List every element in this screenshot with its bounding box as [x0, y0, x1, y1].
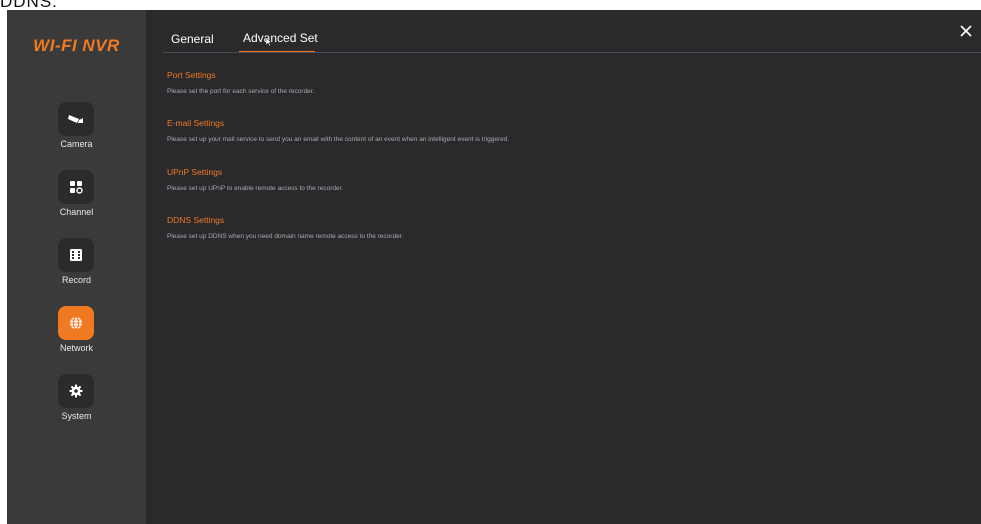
section-port-settings: Port Settings Please set the port for ea… — [167, 70, 314, 95]
section-description: Please set up your mail service to send … — [167, 136, 510, 143]
record-icon — [58, 238, 94, 272]
network-icon — [58, 306, 94, 340]
sidebar-item-label: Camera — [60, 139, 93, 149]
tab-advanced-set[interactable]: Advanced Set — [243, 31, 318, 45]
gear-icon — [58, 374, 94, 408]
mouse-cursor-icon — [266, 38, 272, 46]
sidebar-item-camera[interactable]: Camera — [7, 102, 146, 160]
section-email-settings: E-mail Settings Please set up your mail … — [167, 118, 509, 143]
sidebar-item-system[interactable]: System — [7, 374, 146, 432]
sidebar-item-label: System — [61, 411, 92, 421]
section-upnp-settings: UPnP Settings Please set up UPnP to enab… — [167, 167, 343, 192]
tab-divider — [163, 52, 981, 53]
sidebar-item-label: Record — [61, 275, 91, 285]
sidebar-item-network[interactable]: Network — [7, 306, 146, 364]
close-icon[interactable] — [959, 24, 973, 38]
tab-bar: General Advanced Set — [146, 10, 981, 54]
sidebar-item-label: Network — [59, 343, 93, 353]
sidebar-item-label: Channel — [59, 207, 94, 217]
nvr-window: DDNS. WI-FI NVR Camera Channel Record Ne… — [0, 0, 981, 524]
email-settings-link[interactable]: E-mail Settings — [167, 118, 509, 128]
sidebar-item-record[interactable]: Record — [7, 238, 146, 296]
port-settings-link[interactable]: Port Settings — [167, 70, 314, 80]
logo: WI-FI NVR — [33, 36, 120, 55]
section-description: Please set up DDNS when you need domain … — [167, 233, 404, 240]
upnp-settings-link[interactable]: UPnP Settings — [167, 167, 343, 177]
sidebar-item-channel[interactable]: Channel — [7, 170, 146, 228]
tab-general[interactable]: General — [171, 32, 214, 46]
main-panel: General Advanced Set Port Settings Pleas… — [146, 10, 981, 524]
camera-icon — [58, 102, 94, 136]
channel-icon — [58, 170, 94, 204]
section-description: Please set up UPnP to enable remote acce… — [167, 185, 344, 192]
sidebar: WI-FI NVR Camera Channel Record Network … — [7, 10, 146, 524]
section-ddns-settings: DDNS Settings Please set up DDNS when yo… — [167, 215, 403, 240]
ddns-settings-link[interactable]: DDNS Settings — [167, 215, 403, 225]
section-description: Please set the port for each service of … — [167, 88, 315, 95]
